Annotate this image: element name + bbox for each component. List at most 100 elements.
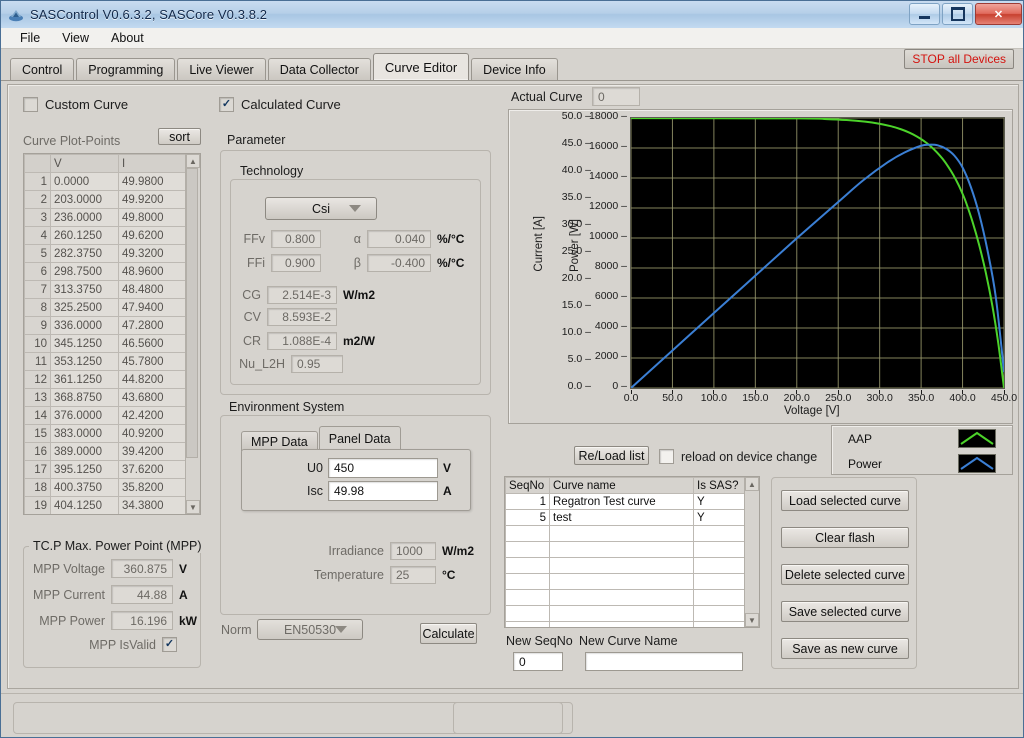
tab-data-collector[interactable]: Data Collector — [267, 58, 371, 80]
curve-plot-points-table[interactable]: V I 1 0.0000 49.9800 2 203.0000 49.9200 3 236.0… — [23, 153, 201, 515]
clear-flash-button[interactable]: Clear flash — [781, 527, 909, 548]
u0-input[interactable]: 450 — [328, 458, 438, 478]
cell-index: 15 — [24, 424, 51, 443]
table-row[interactable]: 12 361.1250 44.8200 — [24, 370, 187, 389]
scroll-down-icon[interactable]: ▼ — [745, 613, 759, 627]
reload-list-button[interactable]: Re/Load list — [574, 446, 649, 465]
menu-item-file[interactable]: File — [9, 29, 51, 47]
flash-table-row-empty[interactable] — [505, 541, 746, 558]
table-row[interactable]: 7 313.3750 48.4800 — [24, 280, 187, 299]
table-row[interactable]: 15 383.0000 40.9200 — [24, 424, 187, 443]
y-tick-right: 4000 – — [594, 320, 627, 332]
save-selected-curve-button[interactable]: Save selected curve — [781, 601, 909, 622]
menu-item-about[interactable]: About — [100, 29, 155, 47]
tab-mpp-data[interactable]: MPP Data — [241, 431, 318, 451]
flash-table-row-empty[interactable] — [505, 525, 746, 542]
table-row[interactable]: 16 389.0000 39.4200 — [24, 442, 187, 461]
tab-panel-data[interactable]: Panel Data — [318, 426, 401, 451]
legend-row-power[interactable]: Power — [832, 451, 1012, 476]
flash-table-row-empty[interactable] — [505, 621, 746, 627]
tab-control[interactable]: Control — [10, 58, 75, 80]
tab-programming[interactable]: Programming — [76, 58, 176, 80]
table-row[interactable]: 17 395.1250 37.6200 — [24, 460, 187, 479]
table-row[interactable]: 10 345.1250 46.5600 — [24, 334, 187, 353]
cell-current: 44.8200 — [118, 370, 187, 389]
mpp-isvalid-checkbox — [162, 637, 177, 652]
technology-select[interactable]: Csi — [265, 197, 377, 220]
cell-voltage: 325.2500 — [50, 298, 119, 317]
minimize-button[interactable] — [909, 3, 940, 25]
cell-is-sas: Y — [693, 509, 746, 526]
table-body: 1 0.0000 49.9800 2 203.0000 49.9200 3 236.0000 4… — [24, 172, 187, 516]
reload-on-device-change-checkbox[interactable]: reload on device change — [659, 449, 817, 464]
table-row[interactable]: 8 325.2500 47.9400 — [24, 298, 187, 317]
tab-live-viewer[interactable]: Live Viewer — [177, 58, 266, 80]
scroll-up-icon[interactable]: ▲ — [745, 477, 759, 491]
cell-voltage: 400.3750 — [50, 478, 119, 497]
table-row[interactable]: 18 400.3750 35.8200 — [24, 478, 187, 497]
table-scrollbar[interactable]: ▲ ▼ — [185, 154, 200, 514]
load-selected-curve-button[interactable]: Load selected curve — [781, 490, 909, 511]
cell-index: 14 — [24, 406, 51, 425]
flash-table-row[interactable]: 1 Regatron Test curve Y — [505, 493, 746, 510]
table-row[interactable]: 14 376.0000 42.4200 — [24, 406, 187, 425]
table-row[interactable]: 4 260.1250 49.6200 — [24, 226, 187, 245]
scrollbar-thumb[interactable] — [186, 168, 198, 458]
table-row[interactable]: 19 404.1250 34.3800 — [24, 496, 187, 514]
calculate-button[interactable]: Calculate — [420, 623, 477, 644]
tab-curve-editor[interactable]: Curve Editor — [372, 53, 470, 80]
delete-selected-curve-button[interactable]: Delete selected curve — [781, 564, 909, 585]
calculated-curve-checkbox[interactable]: Calculated Curve — [219, 97, 341, 112]
flash-table-row-empty[interactable] — [505, 605, 746, 622]
table-row[interactable]: 6 298.7500 48.9600 — [24, 262, 187, 281]
plot-canvas[interactable] — [630, 117, 1005, 389]
stop-all-devices-button[interactable]: STOP all Devices — [904, 49, 1014, 69]
flash-table-row-empty[interactable] — [505, 589, 746, 606]
scroll-up-icon[interactable]: ▲ — [186, 154, 200, 168]
close-button[interactable]: ✕ — [975, 3, 1022, 25]
save-as-new-curve-button[interactable]: Save as new curve — [781, 638, 909, 659]
flash-table-row-empty[interactable] — [505, 573, 746, 590]
cg-label: CG — [242, 288, 261, 302]
custom-curve-checkbox[interactable]: Custom Curve — [23, 97, 128, 112]
table-row[interactable]: 5 282.3750 49.3200 — [24, 244, 187, 263]
cell-empty — [505, 589, 550, 606]
table-row[interactable]: 3 236.0000 49.8000 — [24, 208, 187, 227]
nu-l2h-label: Nu_L2H — [239, 357, 285, 371]
cell-current: 48.4800 — [118, 280, 187, 299]
flash-table-row[interactable]: 5 test Y — [505, 509, 746, 526]
cell-voltage: 345.1250 — [50, 334, 119, 353]
tab-device-info[interactable]: Device Info — [471, 58, 558, 80]
nu-l2h-row: Nu_L2H 0.95 — [237, 355, 343, 373]
checkbox-box — [659, 449, 674, 464]
y-tick-left: 30.0 – — [561, 218, 591, 230]
table-row[interactable]: 11 353.1250 45.7800 — [24, 352, 187, 371]
flash-list-table[interactable]: SeqNo Curve name Is SAS? 1 Regatron Test … — [504, 476, 760, 628]
table-row[interactable]: 13 368.8750 43.6800 — [24, 388, 187, 407]
cell-empty — [505, 525, 550, 542]
cell-current: 47.2800 — [118, 316, 187, 335]
flash-scrollbar[interactable]: ▲ ▼ — [744, 477, 759, 627]
flash-table-row-empty[interactable] — [505, 557, 746, 574]
cell-current: 49.6200 — [118, 226, 187, 245]
scroll-down-icon[interactable]: ▼ — [186, 500, 200, 514]
table-row[interactable]: 2 203.0000 49.9200 — [24, 190, 187, 209]
maximize-button[interactable] — [942, 3, 973, 25]
norm-select[interactable]: EN50530 — [257, 619, 363, 640]
new-curve-name-input[interactable] — [585, 652, 743, 671]
legend-row-aap[interactable]: AAP — [832, 426, 1012, 451]
y-tick-right: 0 – — [612, 380, 627, 392]
col-current: I — [118, 154, 187, 173]
table-row[interactable]: 1 0.0000 49.9800 — [24, 172, 187, 191]
alpha-unit: %/°C — [437, 232, 465, 246]
new-seqno-input[interactable]: 0 — [513, 652, 563, 671]
table-row[interactable]: 9 336.0000 47.2800 — [24, 316, 187, 335]
isc-input[interactable]: 49.98 — [328, 481, 438, 501]
environment-title: Environment System — [225, 400, 349, 414]
title-bar: SASControl V0.6.3.2, SASCore V0.3.8.2 ✕ — [1, 1, 1023, 29]
menu-item-view[interactable]: View — [51, 29, 100, 47]
ffi-value: 0.900 — [271, 254, 321, 272]
cell-seqno: 5 — [505, 509, 550, 526]
sort-button[interactable]: sort — [158, 128, 201, 145]
table-row-partial[interactable] — [25, 515, 187, 516]
